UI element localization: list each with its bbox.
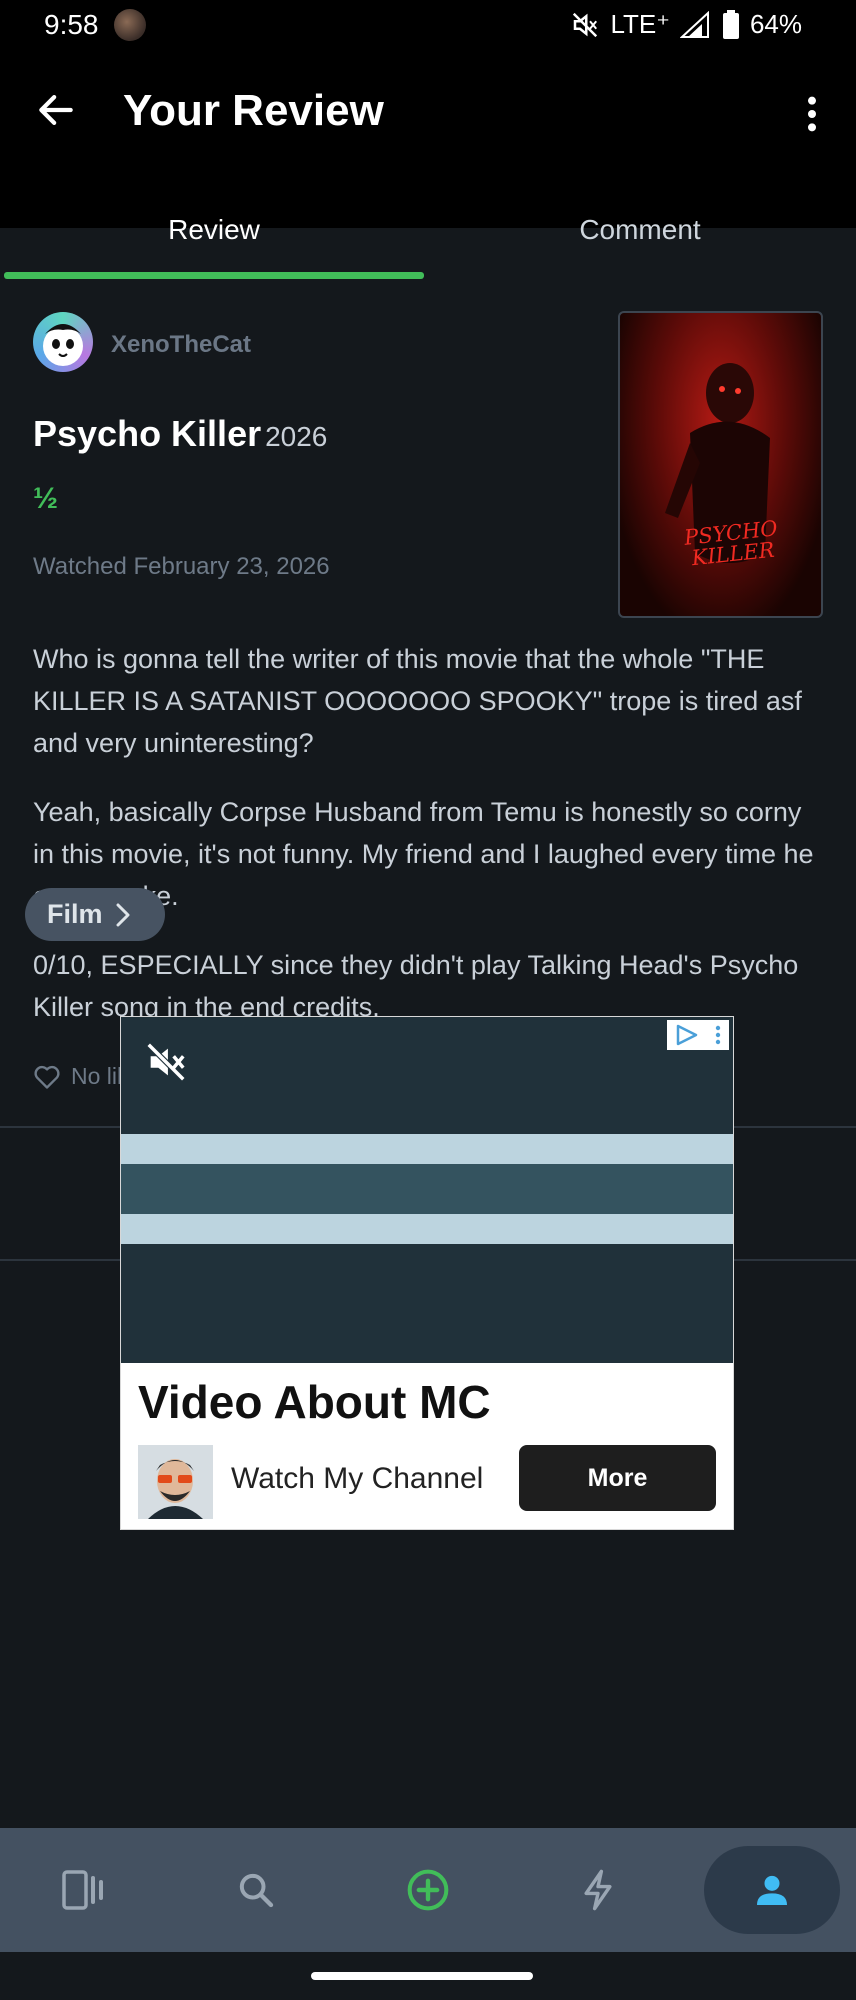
more-vertical-icon[interactable]	[792, 92, 832, 136]
signal-icon	[679, 10, 709, 38]
tab-comment-label: Comment	[579, 214, 701, 245]
page-title: Your Review	[123, 86, 384, 135]
ad-subtitle[interactable]: Watch My Channel	[231, 1462, 483, 1496]
ad-banner[interactable]: Video About MC Watch My Channel More	[120, 1016, 734, 1530]
user-avatar[interactable]	[33, 312, 93, 372]
status-time: 9:58	[44, 9, 99, 40]
ad-more-icon	[715, 1025, 721, 1045]
review-text: Who is gonna tell the writer of this mov…	[33, 638, 823, 1055]
activity-bolt-icon	[584, 1869, 612, 1911]
tab-active-indicator	[4, 272, 424, 279]
ad-video[interactable]	[121, 1017, 733, 1363]
poster-title: PSYCHO KILLER	[683, 516, 779, 571]
home-gesture-bar[interactable]	[311, 1972, 533, 1980]
mute-icon[interactable]	[143, 1039, 189, 1085]
bottom-navigation	[0, 1828, 856, 1952]
search-icon	[239, 1873, 274, 1908]
back-arrow-icon[interactable]	[34, 88, 78, 132]
nav-add[interactable]	[360, 1846, 496, 1934]
mute-icon	[573, 12, 598, 37]
film-title-line[interactable]: Psycho Killer 2026	[33, 413, 327, 455]
nav-profile[interactable]	[704, 1846, 840, 1934]
battery-icon	[722, 9, 739, 39]
status-bar: 9:58 LTE⁺ 64%	[0, 0, 856, 50]
film-chip-label: Film	[47, 899, 103, 929]
heart-icon	[34, 1065, 60, 1089]
chevron-right-icon	[116, 903, 130, 926]
ad-thumbnail[interactable]	[138, 1445, 213, 1519]
ad-choices-button[interactable]	[667, 1020, 729, 1050]
review-paragraph: Who is gonna tell the writer of this mov…	[33, 644, 802, 758]
ad-more-button[interactable]: More	[519, 1445, 716, 1511]
network-type: LTE⁺	[610, 9, 670, 39]
status-avatar	[114, 9, 146, 41]
film-chip[interactable]: Film	[25, 888, 165, 941]
ad-video-band	[121, 1134, 733, 1164]
films-icon	[62, 1870, 103, 1910]
battery-level: 64%	[749, 9, 802, 39]
status-icons: LTE⁺ 64%	[570, 9, 802, 40]
ad-choices-icon	[676, 1024, 698, 1046]
nav-films[interactable]	[16, 1846, 152, 1934]
film-poster[interactable]: PSYCHO KILLER	[618, 311, 823, 618]
film-title: Psycho Killer	[33, 413, 262, 454]
tab-review-label: Review	[168, 214, 260, 245]
add-circle-icon	[407, 1869, 449, 1911]
nav-activity[interactable]	[530, 1846, 666, 1934]
tab-comment[interactable]: Comment	[428, 160, 852, 244]
ad-video-band	[121, 1214, 733, 1244]
watched-date: Watched February 23, 2026	[33, 553, 330, 580]
star-rating: ½	[33, 482, 59, 515]
username[interactable]: XenoTheCat	[111, 331, 251, 359]
profile-icon	[757, 1875, 787, 1905]
tab-review[interactable]: Review	[4, 160, 424, 244]
ad-headline[interactable]: Video About MC	[138, 1375, 491, 1429]
nav-search[interactable]	[188, 1846, 324, 1934]
film-year: 2026	[265, 421, 328, 452]
ad-video-band	[121, 1164, 733, 1214]
